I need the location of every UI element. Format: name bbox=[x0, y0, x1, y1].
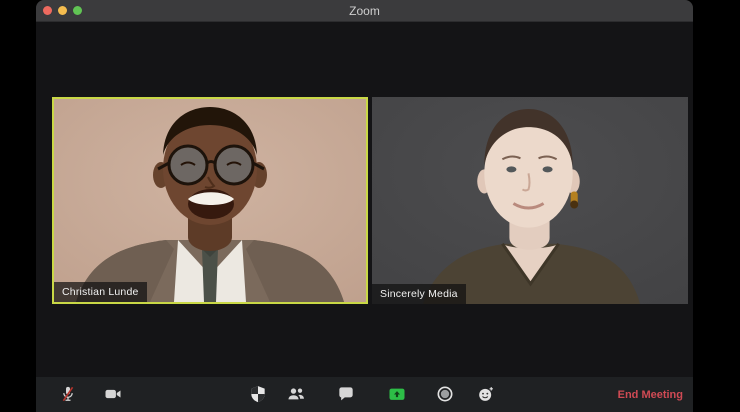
participant-video-feed bbox=[54, 99, 366, 302]
video-tile-christian-lunde[interactable]: Christian Lunde bbox=[52, 97, 368, 304]
participants-icon bbox=[288, 388, 304, 400]
reactions-button[interactable] bbox=[472, 380, 500, 408]
minimize-button-icon[interactable] bbox=[58, 6, 67, 15]
mute-button[interactable] bbox=[54, 380, 82, 408]
chat-bubble-icon bbox=[339, 387, 353, 401]
record-button[interactable] bbox=[431, 380, 459, 408]
participant-video-feed bbox=[372, 97, 688, 304]
video-button[interactable] bbox=[99, 380, 127, 408]
video-grid: Christian Lunde Sincerely Media bbox=[52, 97, 688, 304]
microphone-muted-icon bbox=[62, 386, 74, 402]
participant-name-label: Sincerely Media bbox=[372, 284, 466, 304]
meeting-toolbar: End Meeting bbox=[36, 377, 693, 412]
close-button-icon[interactable] bbox=[43, 6, 52, 15]
security-button[interactable] bbox=[244, 380, 272, 408]
share-screen-button[interactable] bbox=[383, 380, 411, 408]
fullscreen-button-icon[interactable] bbox=[73, 6, 82, 15]
chat-button[interactable] bbox=[332, 380, 360, 408]
zoom-meeting-window: Zoom Christian Lunde Sincerely Media End… bbox=[36, 0, 693, 412]
video-camera-icon bbox=[105, 389, 121, 399]
end-meeting-button[interactable]: End Meeting bbox=[618, 377, 683, 412]
video-tile-sincerely-media[interactable]: Sincerely Media bbox=[372, 97, 688, 304]
window-title: Zoom bbox=[349, 3, 380, 18]
traffic-lights bbox=[43, 6, 82, 15]
reactions-icon bbox=[479, 387, 493, 401]
window-titlebar: Zoom bbox=[36, 0, 693, 22]
record-icon bbox=[437, 386, 453, 402]
participants-button[interactable] bbox=[282, 380, 310, 408]
share-screen-icon bbox=[389, 388, 405, 400]
shield-icon bbox=[251, 386, 265, 403]
participant-name-label: Christian Lunde bbox=[54, 282, 147, 302]
